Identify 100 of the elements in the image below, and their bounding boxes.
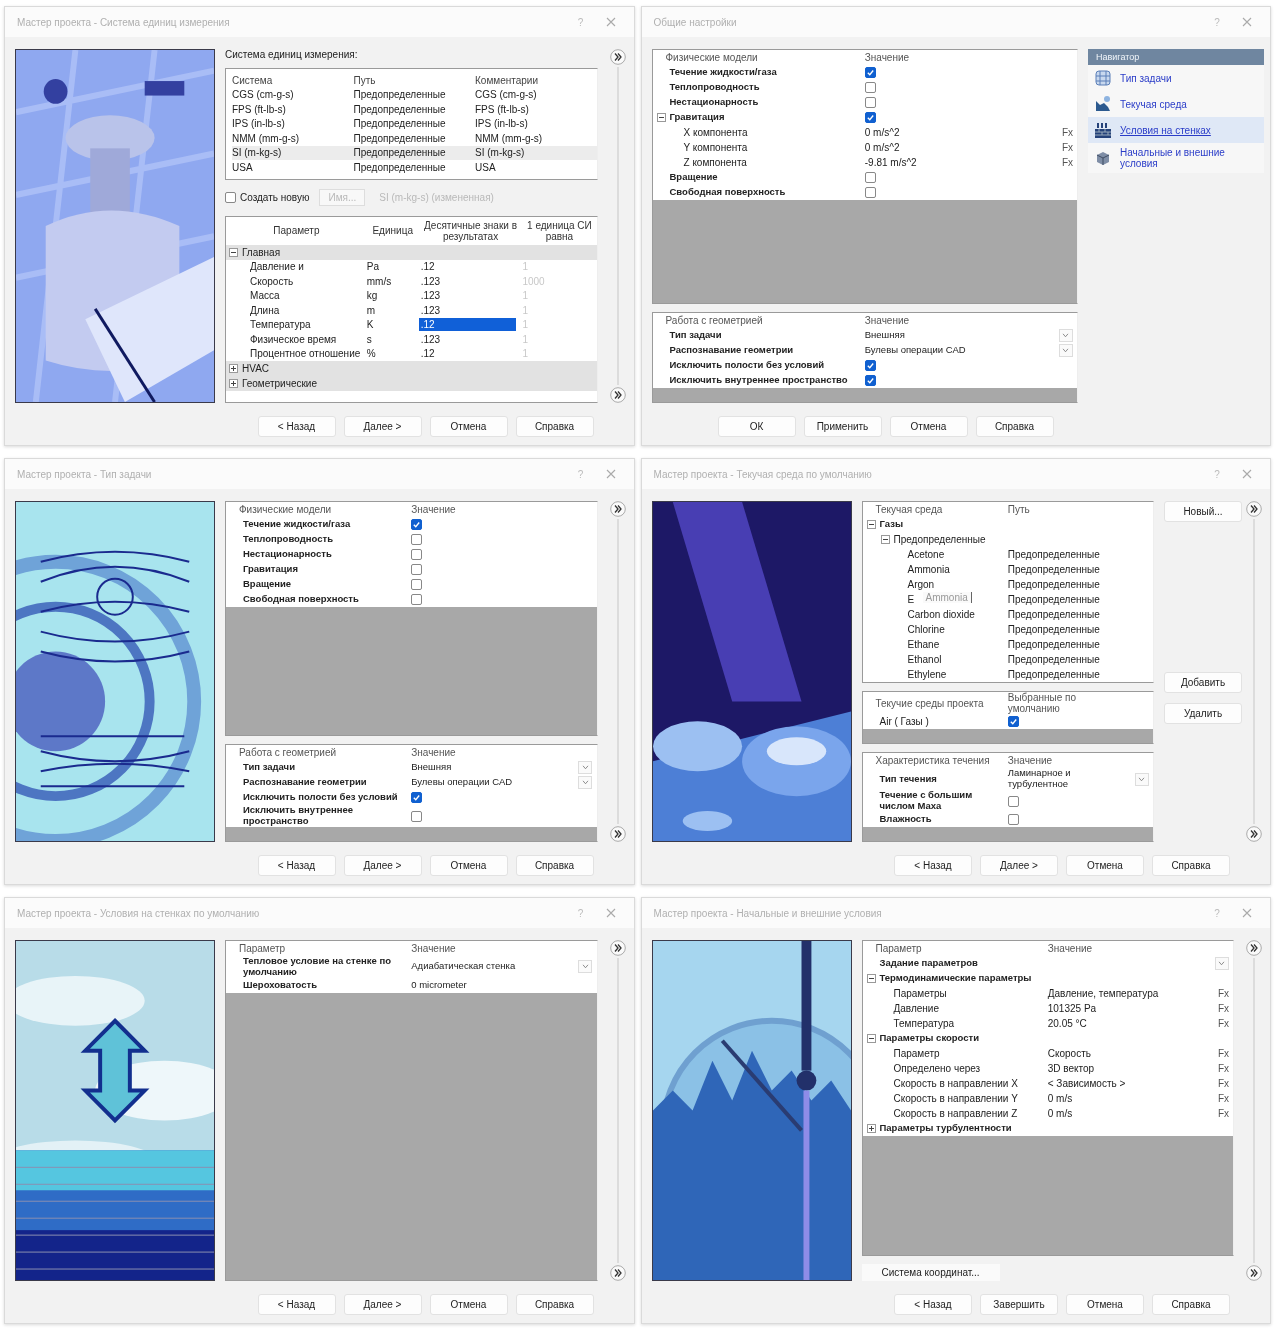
- dropdown-button[interactable]: [1135, 772, 1149, 786]
- side-button[interactable]: Удалить: [1164, 703, 1242, 724]
- dialog-button[interactable]: Применить: [803, 415, 882, 437]
- navigator-item[interactable]: Условия на стенках: [1088, 117, 1264, 143]
- navigator-item[interactable]: Начальные и внешние условия: [1088, 143, 1264, 173]
- list-row[interactable]: CGS (cm-g-s) Предопределенные CGS (cm-g-s): [232, 87, 597, 102]
- dialog-button[interactable]: Далее >: [343, 854, 422, 876]
- dialog-button[interactable]: < Назад: [894, 854, 972, 876]
- double-chevron-icon[interactable]: [609, 826, 626, 842]
- dropdown-button[interactable]: [1059, 344, 1073, 357]
- dialog-button[interactable]: < Назад: [257, 415, 336, 437]
- expand-icon[interactable]: [866, 1124, 876, 1133]
- collapse-icon[interactable]: [866, 520, 876, 529]
- formula-button[interactable]: Fx: [1061, 142, 1073, 153]
- dialog-button[interactable]: Справка: [975, 415, 1054, 437]
- dialog-button[interactable]: Справка: [1152, 854, 1230, 876]
- dialog-button[interactable]: Завершить: [980, 1293, 1058, 1315]
- table-cell[interactable]: .123: [418, 303, 517, 317]
- formula-button[interactable]: Fx: [1217, 1018, 1229, 1029]
- navigator-item[interactable]: Текучая среда: [1088, 91, 1264, 117]
- dropdown-button[interactable]: [1215, 957, 1229, 970]
- list-row[interactable]: SI (m-kg-s) Предопределенные SI (m-kg-s): [232, 145, 597, 160]
- formula-button[interactable]: Fx: [1217, 1048, 1229, 1059]
- dialog-button[interactable]: < Назад: [894, 1293, 972, 1315]
- checkbox[interactable]: [411, 810, 423, 822]
- checkbox[interactable]: [411, 549, 423, 560]
- collapse-icon[interactable]: [866, 1034, 876, 1043]
- table-cell[interactable]: .123: [418, 332, 517, 346]
- dialog-button[interactable]: Справка: [1152, 1293, 1230, 1315]
- table-cell[interactable]: .123: [418, 274, 517, 288]
- checkbox[interactable]: [864, 360, 876, 371]
- double-chevron-icon[interactable]: [1246, 1265, 1262, 1281]
- dialog-button[interactable]: Отмена: [1066, 1293, 1144, 1315]
- dialog-button[interactable]: Далее >: [980, 854, 1058, 876]
- dialog-button[interactable]: Далее >: [343, 1293, 422, 1315]
- checkbox[interactable]: [1007, 795, 1019, 807]
- double-chevron-icon[interactable]: [609, 49, 626, 65]
- formula-button[interactable]: Fx: [1217, 1108, 1229, 1119]
- checkbox[interactable]: [864, 375, 876, 386]
- dialog-button[interactable]: Отмена: [429, 415, 508, 437]
- table-cell[interactable]: .12: [418, 318, 517, 332]
- collapse-icon[interactable]: [880, 535, 890, 544]
- double-chevron-icon[interactable]: [609, 1265, 626, 1281]
- checkbox[interactable]: [411, 594, 423, 605]
- checkbox[interactable]: [411, 564, 423, 575]
- dialog-button[interactable]: Справка: [515, 854, 594, 876]
- checkbox[interactable]: [864, 67, 876, 78]
- dialog-button[interactable]: < Назад: [257, 854, 336, 876]
- list-row[interactable]: FPS (ft-lb-s) Предопределенные FPS (ft-lb-s): [232, 102, 597, 117]
- dialog-button[interactable]: ОК: [717, 415, 796, 437]
- list-row[interactable]: NMM (mm-g-s) Предопределенные NMM (mm-g-s): [232, 131, 597, 146]
- collapse-icon[interactable]: [866, 974, 876, 983]
- table-cell-text: NMM (mm-g-s): [232, 132, 301, 144]
- formula-button[interactable]: Fx: [1217, 1063, 1229, 1074]
- checkbox[interactable]: [864, 112, 876, 123]
- side-button[interactable]: Добавить: [1164, 672, 1242, 693]
- collapse-icon[interactable]: [656, 113, 666, 122]
- dialog-button[interactable]: Отмена: [429, 1293, 508, 1315]
- dialog-button[interactable]: Отмена: [429, 854, 508, 876]
- collapse-icon[interactable]: [229, 247, 238, 257]
- double-chevron-icon[interactable]: [1246, 940, 1262, 956]
- checkbox[interactable]: [411, 579, 423, 590]
- dropdown-button[interactable]: [1059, 329, 1073, 342]
- double-chevron-icon[interactable]: [609, 940, 626, 956]
- formula-button[interactable]: Fx: [1217, 1003, 1229, 1014]
- checkbox[interactable]: [1007, 716, 1019, 728]
- double-chevron-icon[interactable]: [609, 387, 626, 403]
- checkbox[interactable]: [1007, 814, 1019, 825]
- navigator-item[interactable]: Тип задачи: [1088, 65, 1264, 91]
- expand-icon[interactable]: [229, 379, 238, 388]
- dialog-button[interactable]: Отмена: [1066, 854, 1144, 876]
- side-button[interactable]: Новый...: [1164, 501, 1242, 522]
- checkbox[interactable]: [411, 519, 423, 530]
- checkbox[interactable]: [411, 792, 423, 804]
- checkbox[interactable]: [411, 534, 423, 545]
- formula-button[interactable]: Fx: [1061, 157, 1073, 168]
- checkbox[interactable]: [864, 97, 876, 108]
- table-cell[interactable]: .12: [418, 347, 517, 361]
- expand-icon[interactable]: [229, 364, 238, 373]
- coordinate-system-button[interactable]: Система координат...: [861, 1264, 1000, 1281]
- table-cell[interactable]: .12: [418, 260, 517, 274]
- table-cell-text: Давление и: [249, 261, 305, 273]
- dialog-button[interactable]: Далее >: [343, 415, 422, 437]
- dialog-button[interactable]: Справка: [515, 415, 594, 437]
- dialog-button[interactable]: Справка: [515, 1293, 594, 1315]
- formula-button[interactable]: Fx: [1217, 1093, 1229, 1104]
- checkbox[interactable]: [864, 82, 876, 93]
- table-cell[interactable]: .123: [418, 289, 517, 303]
- formula-button[interactable]: Fx: [1217, 1078, 1229, 1089]
- checkbox[interactable]: [864, 187, 876, 198]
- dialog-button[interactable]: < Назад: [257, 1293, 336, 1315]
- list-row[interactable]: IPS (in-lb-s) Предопределенные IPS (in-lb-s): [232, 116, 597, 131]
- dialog-button[interactable]: Отмена: [889, 415, 968, 437]
- checkbox[interactable]: [864, 172, 876, 183]
- formula-button[interactable]: Fx: [1061, 127, 1073, 138]
- list-row[interactable]: USA Предопределенные USA: [232, 160, 597, 175]
- formula-button[interactable]: Fx: [1217, 988, 1229, 999]
- double-chevron-icon[interactable]: [1246, 501, 1262, 517]
- double-chevron-icon[interactable]: [609, 501, 626, 517]
- double-chevron-icon[interactable]: [1246, 826, 1262, 842]
